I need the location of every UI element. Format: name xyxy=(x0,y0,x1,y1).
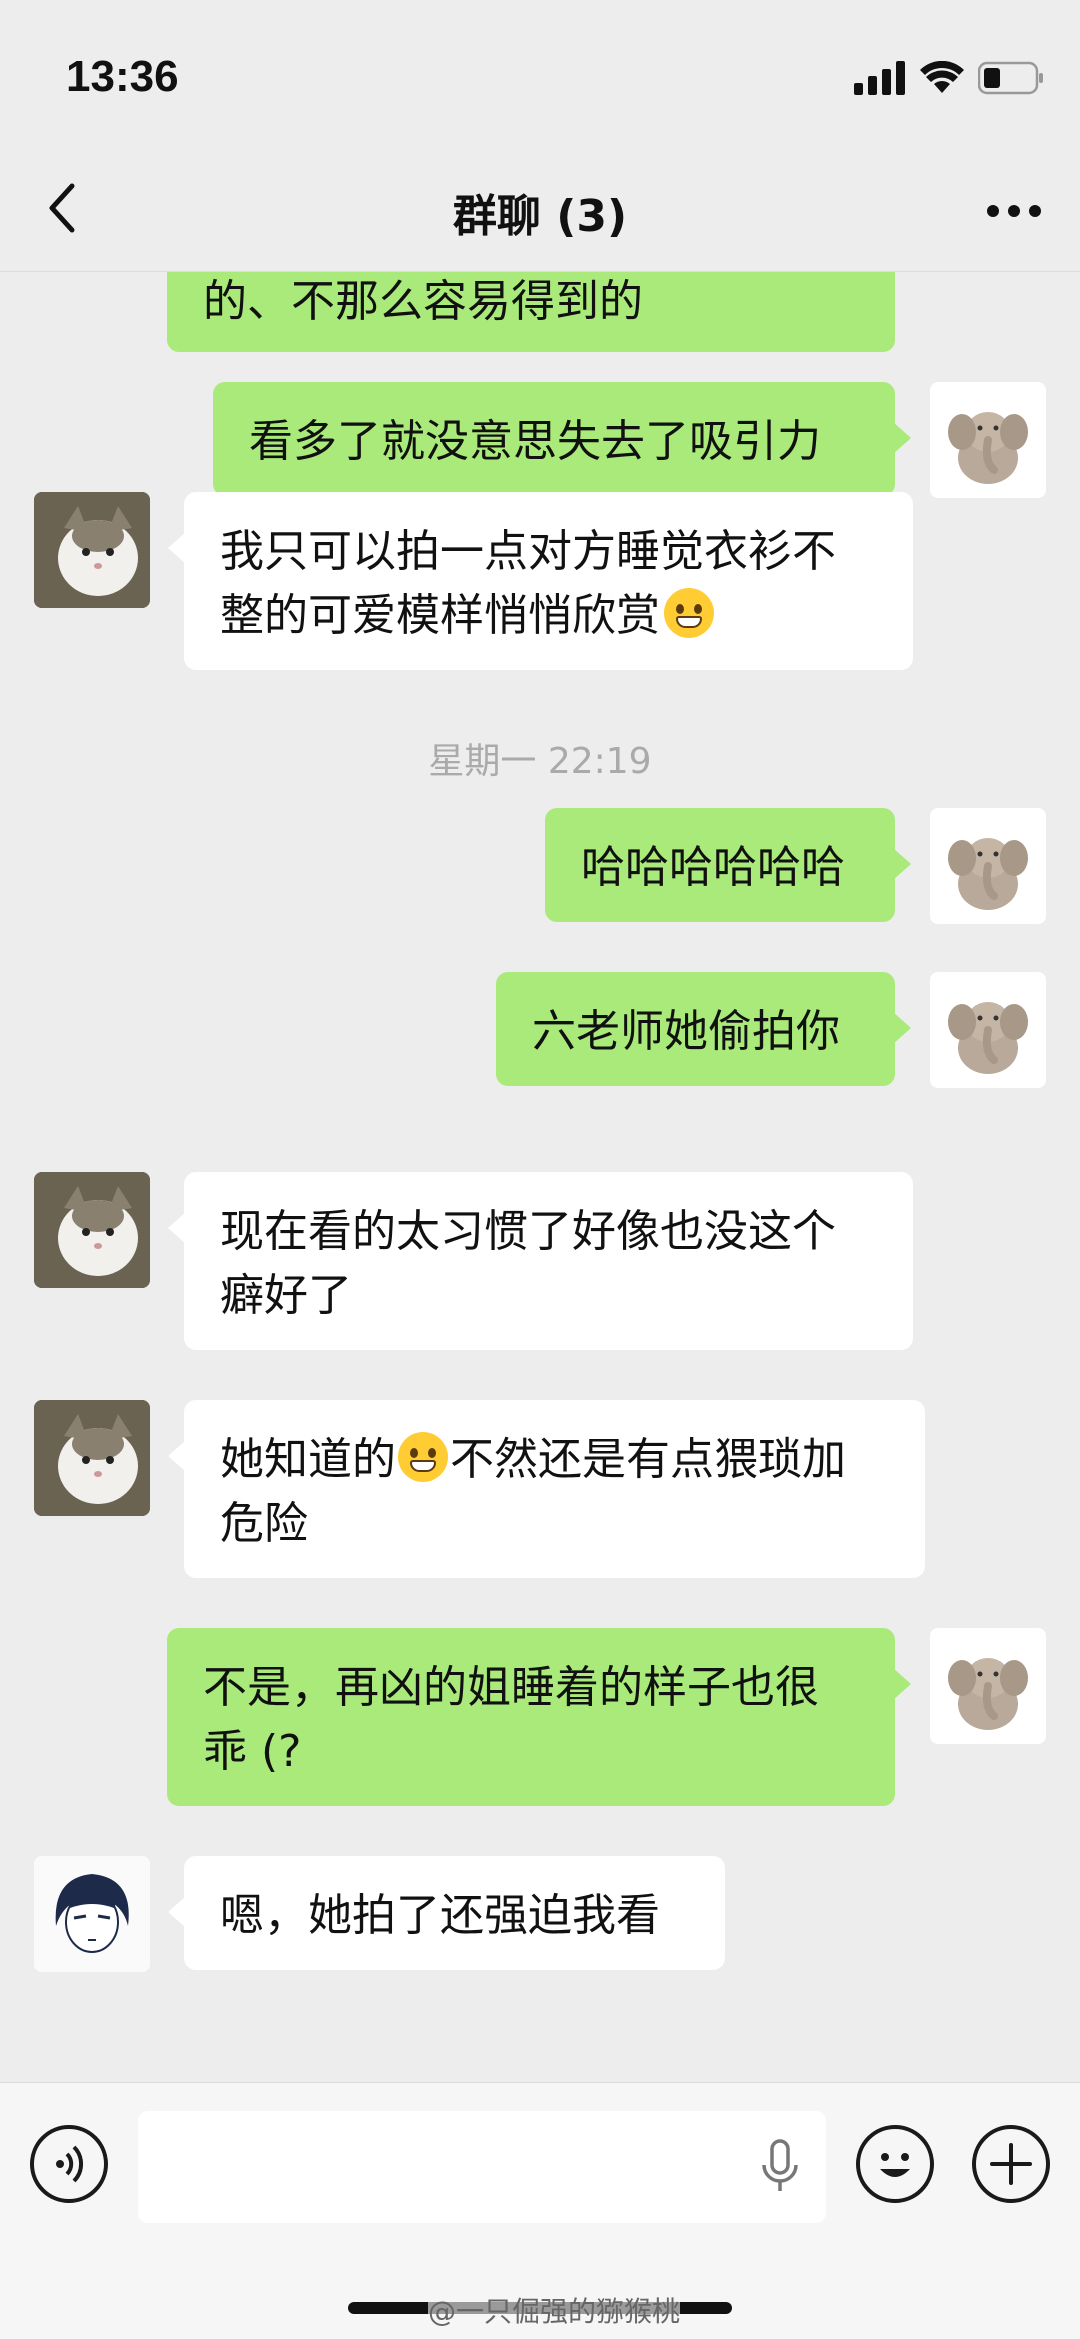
emoji-icon[interactable] xyxy=(856,2125,934,2203)
message-bubble[interactable]: 的、不那么容易得到的 xyxy=(167,272,895,352)
more-icon[interactable] xyxy=(986,204,1042,218)
voice-icon[interactable] xyxy=(30,2125,108,2203)
grimacing-emoji xyxy=(398,1432,448,1482)
message-bubble[interactable]: 六老师她偷拍你 xyxy=(496,972,911,1086)
message-bubble[interactable]: 我只可以拍一点对方睡觉衣衫不 整的可爱模样悄悄欣赏 xyxy=(168,492,913,670)
status-time: 13:36 xyxy=(66,52,179,101)
message-bubble[interactable]: 看多了就没意思失去了吸引力 xyxy=(213,382,911,496)
message-bubble[interactable]: 嗯，她拍了还强迫我看 xyxy=(168,1856,725,1970)
elephant-avatar[interactable] xyxy=(930,382,1046,498)
elephant-avatar[interactable] xyxy=(930,972,1046,1088)
timestamp: 星期一 22:19 xyxy=(428,741,652,782)
message-bubble[interactable]: 现在看的太习惯了好像也没这个 癖好了 xyxy=(168,1172,913,1350)
message-text: 的、不那么容易得到的 xyxy=(203,276,643,327)
watermark: @一只倔强的猕猴桃 xyxy=(428,2290,681,2330)
cat-avatar[interactable] xyxy=(34,1172,150,1288)
message-input[interactable] xyxy=(138,2111,826,2223)
cat-avatar[interactable] xyxy=(34,492,150,608)
signal-icon xyxy=(854,61,905,95)
message-text: 她知道的 xyxy=(220,1434,396,1485)
message-text: 现在看的太习惯了好像也没这个 xyxy=(220,1206,836,1257)
message-bubble[interactable]: 她知道的 不然还是有点猥琐加 危险 xyxy=(168,1400,925,1578)
message-text: 整的可爱模样悄悄欣赏 xyxy=(220,590,660,641)
elephant-avatar[interactable] xyxy=(930,1628,1046,1744)
message-bubble[interactable]: 哈哈哈哈哈哈 xyxy=(545,808,911,922)
message-text: 哈哈哈哈哈哈 xyxy=(581,842,845,893)
message-text: 不然还是有点猥琐加 xyxy=(450,1434,846,1485)
message-text: 乖 (? xyxy=(203,1726,302,1777)
chat-header: 群聊 (3) xyxy=(0,150,1080,272)
message-text: 嗯，她拍了还强迫我看 xyxy=(220,1890,660,1941)
message-text: 癖好了 xyxy=(220,1270,352,1321)
cat-avatar[interactable] xyxy=(34,1400,150,1516)
status-icons xyxy=(854,58,1044,98)
anime-avatar[interactable] xyxy=(34,1856,150,1972)
message-text: 危险 xyxy=(220,1498,308,1549)
message-bubble[interactable]: 不是，再凶的姐睡着的样子也很 乖 (? xyxy=(167,1628,911,1806)
message-text: 不是，再凶的姐睡着的样子也很 xyxy=(203,1662,819,1713)
message-text: 我只可以拍一点对方睡觉衣衫不 xyxy=(220,526,836,577)
plus-icon[interactable] xyxy=(972,2125,1050,2203)
elephant-avatar[interactable] xyxy=(930,808,1046,924)
chat-title: 群聊 (3) xyxy=(452,191,628,242)
microphone-icon[interactable] xyxy=(760,2139,800,2195)
message-list[interactable]: 的、不那么容易得到的 看多了就没意思失去了吸引力 我只可以拍一点对方睡觉衣衫不 … xyxy=(0,272,1080,2082)
status-bar: 13:36 xyxy=(0,0,1080,150)
battery-icon xyxy=(978,61,1043,95)
wifi-icon xyxy=(920,61,964,93)
laughing-crying-emoji xyxy=(664,588,714,638)
message-text: 看多了就没意思失去了吸引力 xyxy=(249,416,821,467)
message-text: 六老师她偷拍你 xyxy=(532,1006,840,1057)
